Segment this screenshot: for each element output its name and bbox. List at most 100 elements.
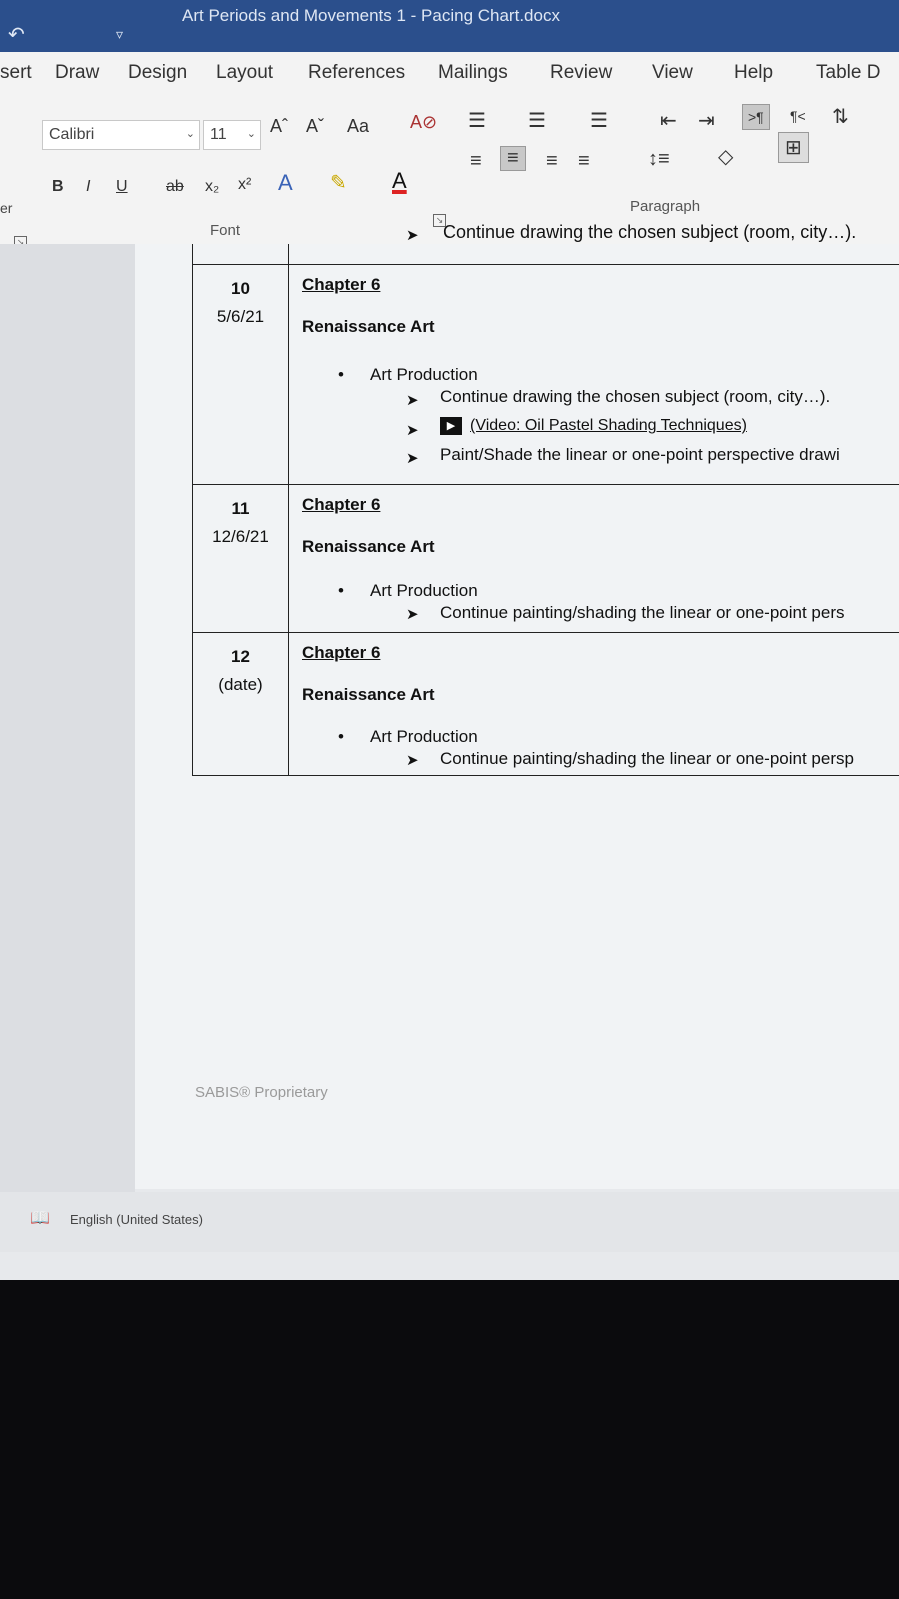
chevron-down-icon: ⌄	[246, 128, 256, 140]
page-footer: SABIS® Proprietary	[195, 1084, 328, 1101]
font-size-value: 11	[210, 126, 227, 143]
paragraph-group-label: Paragraph	[630, 198, 701, 215]
bullet-item: Art Production	[370, 365, 478, 384]
sub-item: Continue painting/shading the linear or …	[440, 603, 845, 622]
subject-heading: Renaissance Art	[302, 537, 435, 556]
arrow-bullet-icon: ➤	[406, 450, 419, 467]
arrow-bullet-icon: ➤	[406, 752, 419, 769]
top-fragment-text: Continue drawing the chosen subject (roo…	[443, 222, 857, 242]
navigation-area	[0, 244, 135, 1194]
tab-references[interactable]: References	[308, 62, 405, 84]
justify-icon[interactable]: ≡	[578, 150, 590, 173]
table-row: 12 (date) Chapter 6 Renaissance Art • Ar…	[192, 632, 899, 776]
session-date: 12/6/21	[212, 527, 269, 546]
tab-table-design[interactable]: Table D	[816, 62, 880, 84]
change-case-button[interactable]: Aa	[347, 116, 369, 137]
superscript-button[interactable]: x²	[238, 176, 251, 194]
tab-draw[interactable]: Draw	[55, 62, 99, 84]
bullet-item: Art Production	[370, 727, 478, 746]
italic-button[interactable]: I	[86, 178, 90, 196]
table-row: 10 5/6/21 Chapter 6 Renaissance Art • Ar…	[192, 264, 899, 485]
title-bar: ↶ ▿ Art Periods and Movements 1 - Pacing…	[0, 0, 899, 52]
table-cell	[192, 244, 289, 264]
font-size-select[interactable]: 11 ⌄	[203, 120, 261, 150]
arrow-bullet-icon: ➤	[406, 227, 419, 244]
decrease-indent-icon[interactable]: ⇤	[660, 108, 677, 133]
tab-review[interactable]: Review	[550, 62, 612, 84]
align-left-icon[interactable]: ≡	[470, 150, 482, 173]
tab-design[interactable]: Design	[128, 62, 187, 84]
align-right-icon[interactable]: ≡	[546, 150, 558, 173]
chapter-heading: Chapter 6	[302, 643, 381, 662]
borders-icon[interactable]: ⊞	[778, 132, 809, 163]
table-row	[192, 244, 899, 264]
session-number: 10	[231, 279, 250, 298]
numbering-icon[interactable]: ☰	[528, 108, 546, 133]
bullet-dot-icon: •	[338, 365, 344, 384]
rtl-paragraph-icon[interactable]: ¶<	[790, 108, 806, 124]
clear-formatting-icon[interactable]: A⊘	[410, 112, 437, 133]
chapter-heading: Chapter 6	[302, 495, 381, 514]
bullet-dot-icon: •	[338, 581, 344, 600]
text-effects-icon[interactable]: A	[278, 170, 293, 196]
tab-help[interactable]: Help	[734, 62, 773, 84]
grow-font-button[interactable]: Aˆ	[270, 116, 288, 137]
chapter-heading: Chapter 6	[302, 275, 381, 294]
status-bar: 📖 English (United States)	[0, 1192, 899, 1252]
subscript-button[interactable]: x₂	[205, 178, 219, 196]
session-cell: 10 5/6/21	[192, 265, 289, 485]
left-pane-fragment: er	[0, 200, 13, 216]
align-center-icon[interactable]: ≡	[500, 146, 526, 171]
shrink-font-button[interactable]: Aˇ	[306, 116, 324, 137]
font-color-icon[interactable]: A	[392, 168, 407, 194]
underline-button[interactable]: U	[116, 178, 128, 196]
document-page[interactable]: 10 5/6/21 Chapter 6 Renaissance Art • Ar…	[135, 244, 899, 1189]
sort-icon[interactable]: ⇅	[832, 104, 849, 129]
strikethrough-button[interactable]: ab	[166, 178, 184, 196]
document-title: Art Periods and Movements 1 - Pacing Cha…	[182, 6, 560, 25]
subject-heading: Renaissance Art	[302, 685, 435, 704]
session-number: 12	[231, 647, 250, 666]
ribbon-tabs: sert Draw Design Layout References Maili…	[0, 52, 899, 94]
session-date: 5/6/21	[216, 307, 265, 326]
video-link[interactable]: ▶ (Video: Oil Pastel Shading Techniques)	[440, 415, 747, 435]
tab-mailings[interactable]: Mailings	[438, 62, 508, 84]
bullet-item: Art Production	[370, 581, 478, 600]
ribbon: Calibri ⌄ 11 ⌄ Aˆ Aˇ Aa A⊘ B I U ab x₂ x…	[0, 94, 899, 249]
ltr-paragraph-icon[interactable]: >¶	[742, 104, 770, 130]
chevron-down-icon: ⌄	[185, 128, 195, 140]
tab-insert[interactable]: sert	[0, 62, 32, 84]
session-date: (date)	[218, 675, 263, 694]
arrow-bullet-icon: ➤	[406, 606, 419, 623]
bold-button[interactable]: B	[52, 178, 64, 196]
multilevel-list-icon[interactable]: ☰	[590, 108, 608, 133]
sub-item: Continue painting/shading the linear or …	[440, 749, 854, 768]
video-link-text[interactable]: (Video: Oil Pastel Shading Techniques)	[470, 417, 747, 434]
font-name-select[interactable]: Calibri ⌄	[42, 120, 200, 150]
session-cell: 11 12/6/21	[192, 485, 289, 633]
tab-layout[interactable]: Layout	[216, 62, 273, 84]
language-status[interactable]: English (United States)	[70, 1212, 203, 1227]
word-window: ↶ ▿ Art Periods and Movements 1 - Pacing…	[0, 0, 899, 1280]
line-spacing-icon[interactable]: ↕≡	[648, 148, 670, 171]
arrow-bullet-icon: ➤	[406, 392, 419, 409]
proofing-icon[interactable]: 📖	[30, 1208, 50, 1228]
undo-icon[interactable]: ↶	[8, 22, 25, 47]
customize-qat-icon[interactable]: ▿	[116, 26, 123, 43]
bullets-icon[interactable]: ☰	[468, 108, 486, 133]
subject-heading: Renaissance Art	[302, 317, 435, 336]
session-number: 11	[231, 499, 250, 518]
tab-view[interactable]: View	[652, 62, 693, 84]
bullet-dot-icon: •	[338, 727, 344, 746]
increase-indent-icon[interactable]: ⇥	[698, 108, 715, 133]
sub-item: Continue drawing the chosen subject (roo…	[440, 387, 831, 406]
table-row: 11 12/6/21 Chapter 6 Renaissance Art • A…	[192, 484, 899, 633]
font-name-value: Calibri	[49, 126, 95, 143]
arrow-bullet-icon: ➤	[406, 422, 419, 439]
font-group-label: Font	[210, 222, 241, 239]
highlight-icon[interactable]: ✎	[330, 170, 347, 195]
video-icon: ▶	[440, 416, 462, 435]
sub-item: Paint/Shade the linear or one-point pers…	[440, 445, 840, 464]
session-cell: 12 (date)	[192, 633, 289, 775]
shading-icon[interactable]: ◇	[718, 144, 733, 169]
